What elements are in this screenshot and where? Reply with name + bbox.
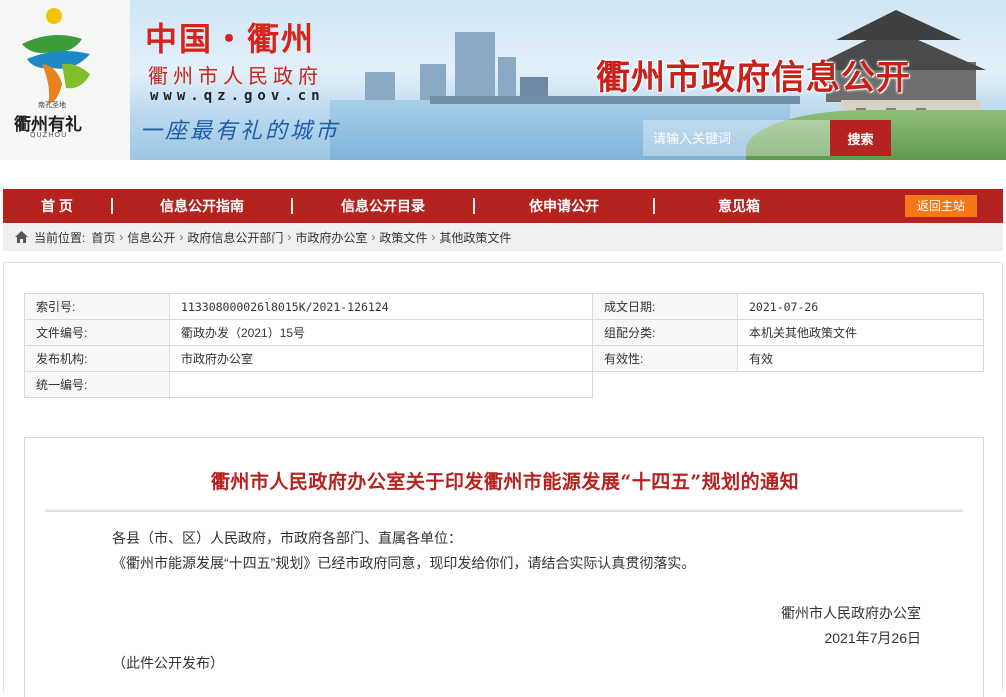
government-name: 衢州市人民政府 [148,64,323,88]
logo-subtitle: QUZHOU [30,131,68,139]
breadcrumb-separator: › [179,230,184,244]
nav-disclosure-guide[interactable]: 信息公开指南 [113,196,291,216]
document-metadata-table: 索引号: 113308000026l8015K/2021-126124 成文日期… [24,293,984,398]
written-date-label: 成文日期: [592,293,738,320]
validity-value: 有效 [737,345,984,372]
document-signature: 衢州市人民政府办公室 [781,605,921,621]
breadcrumb-separator: › [371,230,376,244]
category-value: 本机关其他政策文件 [737,319,984,346]
portal-title: 衢州市政府信息公开 [596,58,911,98]
breadcrumb-separator: › [431,230,436,244]
search-input[interactable] [643,120,830,156]
nav-home[interactable]: 首 页 [3,196,111,216]
home-icon [15,231,28,243]
document-salutation: 各县（市、区）人民政府，市政府各部门、直属各单位： [112,530,462,546]
table-row: 统一编号: [24,371,984,398]
china-quzhou-title: 中国・衢州 [145,20,316,58]
breadcrumb-info-disclosure[interactable]: 信息公开 [127,229,175,246]
public-release-note: （此件公开发布） [112,655,224,671]
table-row: 文件编号: 衢政办发（2021）15号 组配分类: 本机关其他政策文件 [24,319,984,346]
nav-divider [473,198,475,214]
document-body-text: 《衢州市能源发展“十四五”规划》已经市政府同意，现印发给你们，请结合实际认真贯彻… [112,555,696,571]
nav-suggestion-box[interactable]: 意见箱 [655,196,823,216]
category-label: 组配分类: [592,319,738,346]
city-slogan: 一座最有礼的城市 [140,119,341,144]
main-nav: 首 页 信息公开指南 信息公开目录 依申请公开 意见箱 返回主站 [3,189,1003,223]
search-button[interactable]: 搜索 [830,120,891,156]
written-date-value: 2021-07-26 [737,293,984,320]
building [455,32,495,102]
table-row: 索引号: 113308000026l8015K/2021-126124 成文日期… [24,293,984,320]
empty-cell [592,371,984,398]
file-number-label: 文件编号: [24,319,170,346]
breadcrumb-general-office[interactable]: 市政府办公室 [295,229,367,246]
document-date: 2021年7月26日 [824,630,921,646]
publisher-label: 发布机构: [24,345,170,372]
nav-divider [291,198,293,214]
title-divider [45,509,963,512]
building [365,72,395,102]
back-to-main-site-button[interactable]: 返回主站 [905,195,977,217]
breadcrumb-departments[interactable]: 政府信息公开部门 [187,229,283,246]
table-row: 发布机构: 市政府办公室 有效性: 有效 [24,345,984,372]
logo-small-text: 南孔圣地 [38,101,66,109]
nav-divider [111,198,113,214]
nav-disclosure-catalog[interactable]: 信息公开目录 [293,196,473,216]
breadcrumb-separator: › [119,230,124,244]
site-banner: 衢州有礼 南孔圣地 QUZHOU 中国・衢州 衢州市人民政府 www.qz.go… [0,0,1006,160]
breadcrumb: 当前位置: 首页 › 信息公开 › 政府信息公开部门 › 市政府办公室 › 政策… [3,223,1003,251]
nav-divider [653,198,655,214]
breadcrumb-home[interactable]: 首页 [91,229,115,246]
index-number-value: 113308000026l8015K/2021-126124 [169,293,593,320]
file-number-value: 衢政办发（2021）15号 [169,319,593,346]
unified-number-label: 统一编号: [24,371,170,398]
nav-apply-disclosure[interactable]: 依申请公开 [475,196,653,216]
breadcrumb-other-policy-documents[interactable]: 其他政策文件 [439,229,511,246]
breadcrumb-policy-documents[interactable]: 政策文件 [379,229,427,246]
validity-label: 有效性: [592,345,738,372]
document-title: 衢州市人民政府办公室关于印发衢州市能源发展“十四五”规划的通知 [210,471,800,493]
breadcrumb-prefix: 当前位置: [34,230,86,245]
site-url[interactable]: www.qz.gov.cn [150,88,325,104]
document-body: 衢州市人民政府办公室关于印发衢州市能源发展“十四五”规划的通知 各县（市、区）人… [24,437,984,697]
breadcrumb-separator: › [287,230,292,244]
unified-number-value [169,371,593,398]
publisher-value: 市政府办公室 [169,345,593,372]
index-number-label: 索引号: [24,293,170,320]
